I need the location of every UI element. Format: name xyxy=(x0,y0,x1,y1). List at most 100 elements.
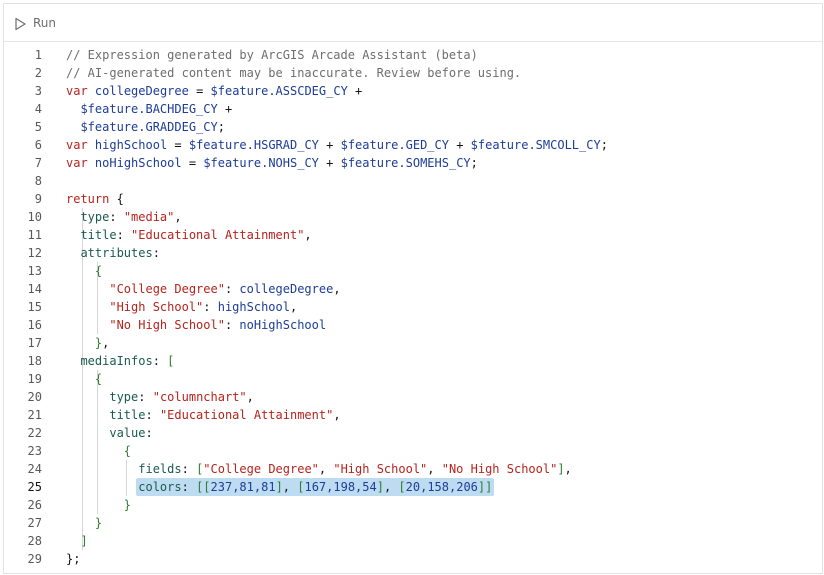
code-token: var xyxy=(66,84,88,98)
code-line[interactable]: fields: ["College Degree", "High School"… xyxy=(66,460,572,478)
code-token: , xyxy=(282,480,298,494)
code-line[interactable]: } xyxy=(66,496,131,514)
code-token: [ xyxy=(203,480,211,494)
code-line[interactable]: type: "media", xyxy=(66,208,182,226)
code-token: highSchool xyxy=(217,300,290,314)
code-line[interactable]: type: "columnchart", xyxy=(66,388,254,406)
line-number: 3 xyxy=(34,84,42,98)
code-token: ] xyxy=(376,480,384,494)
code-token: "columnchart" xyxy=(152,390,247,404)
code-token: [ xyxy=(167,354,175,368)
code-line[interactable]: var noHighSchool = $feature.NOHS_CY + $f… xyxy=(66,154,478,172)
code-line[interactable]: ] xyxy=(66,532,88,550)
code-token: { xyxy=(94,264,103,278)
line-number: 11 xyxy=(27,228,42,242)
code-token: 237,81,81 xyxy=(210,480,276,494)
code-token: attributes xyxy=(80,246,153,260)
code-line[interactable]: $feature.BACHDEG_CY + xyxy=(66,100,232,118)
run-button[interactable]: Run xyxy=(13,13,56,33)
code-line[interactable]: var collegeDegree = $feature.ASSCDEG_CY … xyxy=(66,82,362,100)
line-number: 1 xyxy=(34,48,42,62)
code-token: + xyxy=(318,138,341,152)
line-number: 25 xyxy=(27,480,42,494)
code-token: mediaInfos xyxy=(80,354,153,368)
line-number: 23 xyxy=(27,444,42,458)
code-token: { xyxy=(94,372,103,386)
code-token: + xyxy=(217,102,233,116)
code-token: ; xyxy=(470,156,478,170)
code-line[interactable]: title: "Educational Attainment", xyxy=(66,406,341,424)
code-token: value xyxy=(109,426,146,440)
code-line[interactable]: { xyxy=(66,262,102,280)
code-line[interactable]: { xyxy=(66,370,102,388)
code-token: : xyxy=(109,210,124,224)
code-token: ] xyxy=(80,534,88,548)
line-number: 8 xyxy=(34,174,42,188)
code-line[interactable]: // AI-generated content may be inaccurat… xyxy=(66,64,521,82)
code-token: , xyxy=(289,300,298,314)
code-token: , xyxy=(564,462,572,476)
code-token: collegeDegree xyxy=(94,84,189,98)
code-token: [ xyxy=(398,480,406,494)
code-token: $feature.NOHS_CY xyxy=(203,156,319,170)
code-line[interactable]: var highSchool = $feature.HSGRAD_CY + $f… xyxy=(66,136,608,154)
code-token: : xyxy=(152,246,160,260)
line-number: 18 xyxy=(27,354,42,368)
code-token: $feature.HSGRAD_CY xyxy=(188,138,319,152)
code-token: + xyxy=(318,156,341,170)
code-token: ] xyxy=(557,462,565,476)
code-token: , xyxy=(333,408,341,422)
code-line[interactable]: attributes: xyxy=(66,244,160,262)
code-line[interactable]: // Expression generated by ArcGIS Arcade… xyxy=(66,46,478,64)
line-number: 4 xyxy=(34,102,42,116)
code-token: } xyxy=(123,498,132,512)
line-number: 12 xyxy=(27,246,42,260)
code-token: fields xyxy=(138,462,182,476)
code-token: 167,198,54 xyxy=(304,480,377,494)
code-token: , xyxy=(333,282,341,296)
code-token: title xyxy=(80,228,117,242)
code-line[interactable]: } xyxy=(66,514,102,532)
code-line[interactable]: title: "Educational Attainment", xyxy=(66,226,311,244)
line-number: 19 xyxy=(27,372,42,386)
code-token: : xyxy=(181,462,197,476)
line-number: 6 xyxy=(34,138,42,152)
code-line[interactable]: $feature.GRADDEG_CY; xyxy=(66,118,225,136)
code-line[interactable]: "College Degree": collegeDegree, xyxy=(66,280,341,298)
code-line[interactable]: colors: [[237,81,81], [167,198,54], [20,… xyxy=(66,478,492,496)
code-token: + xyxy=(448,138,471,152)
code-line[interactable]: "High School": highSchool, xyxy=(66,298,297,316)
code-line[interactable]: }; xyxy=(66,550,80,568)
line-number: 5 xyxy=(34,120,42,134)
arcade-editor-panel: Run 1 2 3 4 5 6 7 8 9 10 11 12 13 14 15 16 17 18 19 20 21 22 2… xyxy=(3,3,823,574)
code-line[interactable]: mediaInfos: [ xyxy=(66,352,174,370)
code-token: }; xyxy=(66,552,81,566)
code-line[interactable]: "No High School": noHighSchool xyxy=(66,316,326,334)
line-number: 22 xyxy=(27,426,42,440)
code-token: 20,158,206 xyxy=(405,480,478,494)
code-line[interactable]: value: xyxy=(66,424,152,442)
code-editor[interactable]: 1 2 3 4 5 6 7 8 9 10 11 12 13 14 15 16 17 18 19 20 21 22 23 24 2… xyxy=(4,42,822,573)
code-line[interactable]: { xyxy=(66,442,131,460)
code-line[interactable]: }, xyxy=(66,334,109,352)
code-token: : xyxy=(145,408,160,422)
line-number: 29 xyxy=(27,552,42,566)
code-token: type xyxy=(80,210,110,224)
code-token: $feature.BACHDEG_CY xyxy=(80,102,218,116)
code-token: $feature.SMCOLL_CY xyxy=(470,138,601,152)
code-token: "High School" xyxy=(333,462,428,476)
code-token: , xyxy=(174,210,182,224)
code-token: } xyxy=(94,516,103,530)
code-line[interactable]: return { xyxy=(66,190,124,208)
